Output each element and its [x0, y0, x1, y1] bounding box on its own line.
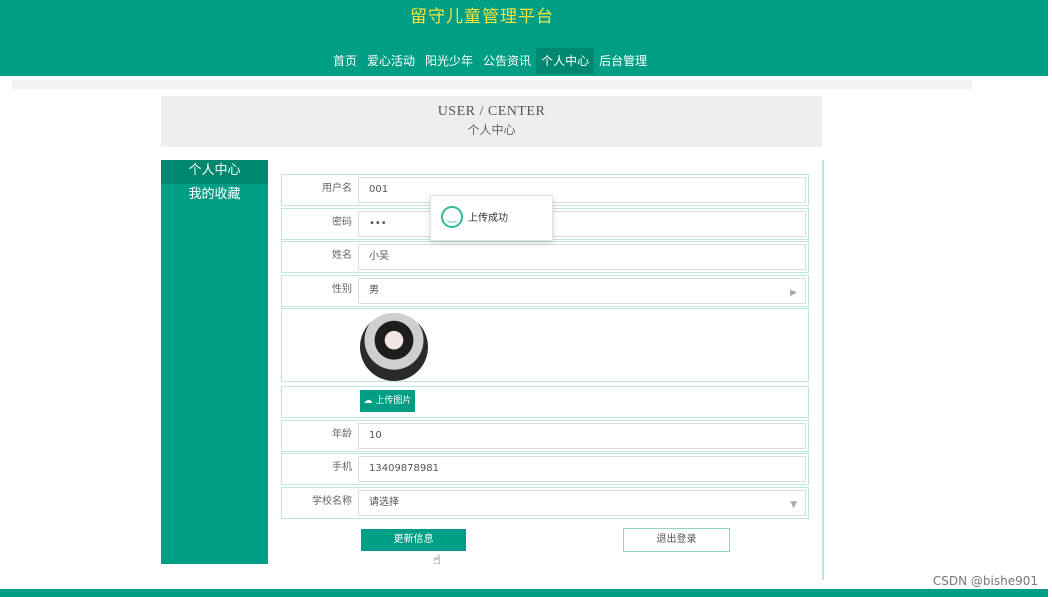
nav-charity-activities[interactable]: 爱心活动: [362, 48, 420, 74]
sidebar-item-personal-center[interactable]: 个人中心: [161, 160, 268, 184]
site-header: 留守儿童管理平台 首页 爱心活动 阳光少年 公告资讯 个人中心 后台管理: [0, 0, 1048, 76]
username-input[interactable]: 001: [358, 177, 806, 203]
site-title: 留守儿童管理平台: [410, 7, 554, 27]
toast-message: 上传成功: [468, 213, 508, 224]
site-footer: [0, 589, 1048, 597]
school-row: 学校名称 请选择 ▼: [281, 487, 809, 519]
school-select[interactable]: 请选择 ▼: [358, 490, 806, 516]
sidebar-item-favorites[interactable]: 我的收藏: [161, 184, 268, 208]
gender-select[interactable]: 男 ▶: [358, 278, 806, 304]
phone-row: 手机 13409878981: [281, 453, 809, 485]
banner-title-zh: 个人中心: [467, 123, 516, 137]
upload-row: ☁ 上传图片: [281, 386, 809, 418]
age-label: 年龄: [332, 429, 352, 440]
age-input[interactable]: 10: [358, 423, 806, 449]
banner-title-en: USER / CENTER: [437, 104, 546, 119]
chevron-down-icon: ▼: [790, 500, 797, 510]
watermark: CSDN @bishe901: [932, 574, 1038, 588]
username-label: 用户名: [322, 183, 352, 194]
nav-admin[interactable]: 后台管理: [594, 48, 652, 74]
upload-button-label: 上传图片: [375, 396, 412, 406]
phone-input[interactable]: 13409878981: [358, 456, 806, 482]
hand-cursor-icon: ☝: [433, 553, 441, 568]
password-label: 密码: [332, 217, 352, 228]
nav-announcements[interactable]: 公告资讯: [478, 48, 536, 74]
school-label: 学校名称: [312, 496, 352, 507]
sidebar: 个人中心 我的收藏: [161, 160, 268, 564]
name-row: 姓名 小吴: [281, 241, 809, 273]
page-banner: USER / CENTER 个人中心: [161, 96, 822, 147]
content-border: [822, 160, 824, 580]
password-input[interactable]: •••: [358, 211, 806, 237]
main-nav: 首页 爱心活动 阳光少年 公告资讯 个人中心 后台管理: [328, 48, 652, 74]
logout-button[interactable]: 退出登录: [623, 528, 730, 552]
update-info-button[interactable]: 更新信息: [361, 529, 466, 551]
name-label: 姓名: [332, 250, 352, 261]
success-toast: ‿ 上传成功: [430, 195, 553, 241]
dropdown-arrow-icon: ▶: [790, 288, 797, 298]
gender-value: 男: [369, 285, 379, 296]
age-row: 年龄 10: [281, 420, 809, 452]
avatar-image: [360, 313, 428, 381]
gender-label: 性别: [332, 284, 352, 295]
name-input[interactable]: 小吴: [358, 244, 806, 270]
nav-personal-center[interactable]: 个人中心: [536, 48, 595, 74]
nav-home[interactable]: 首页: [328, 48, 362, 74]
upload-icon: ☁: [363, 396, 373, 406]
avatar-row: [281, 308, 809, 382]
nav-sunshine-youth[interactable]: 阳光少年: [420, 48, 478, 74]
school-value: 请选择: [369, 497, 399, 508]
smile-icon: ‿: [441, 206, 463, 228]
phone-label: 手机: [332, 462, 352, 473]
upload-image-button[interactable]: ☁ 上传图片: [360, 390, 415, 412]
divider: [12, 80, 972, 89]
gender-row: 性别 男 ▶: [281, 275, 809, 307]
